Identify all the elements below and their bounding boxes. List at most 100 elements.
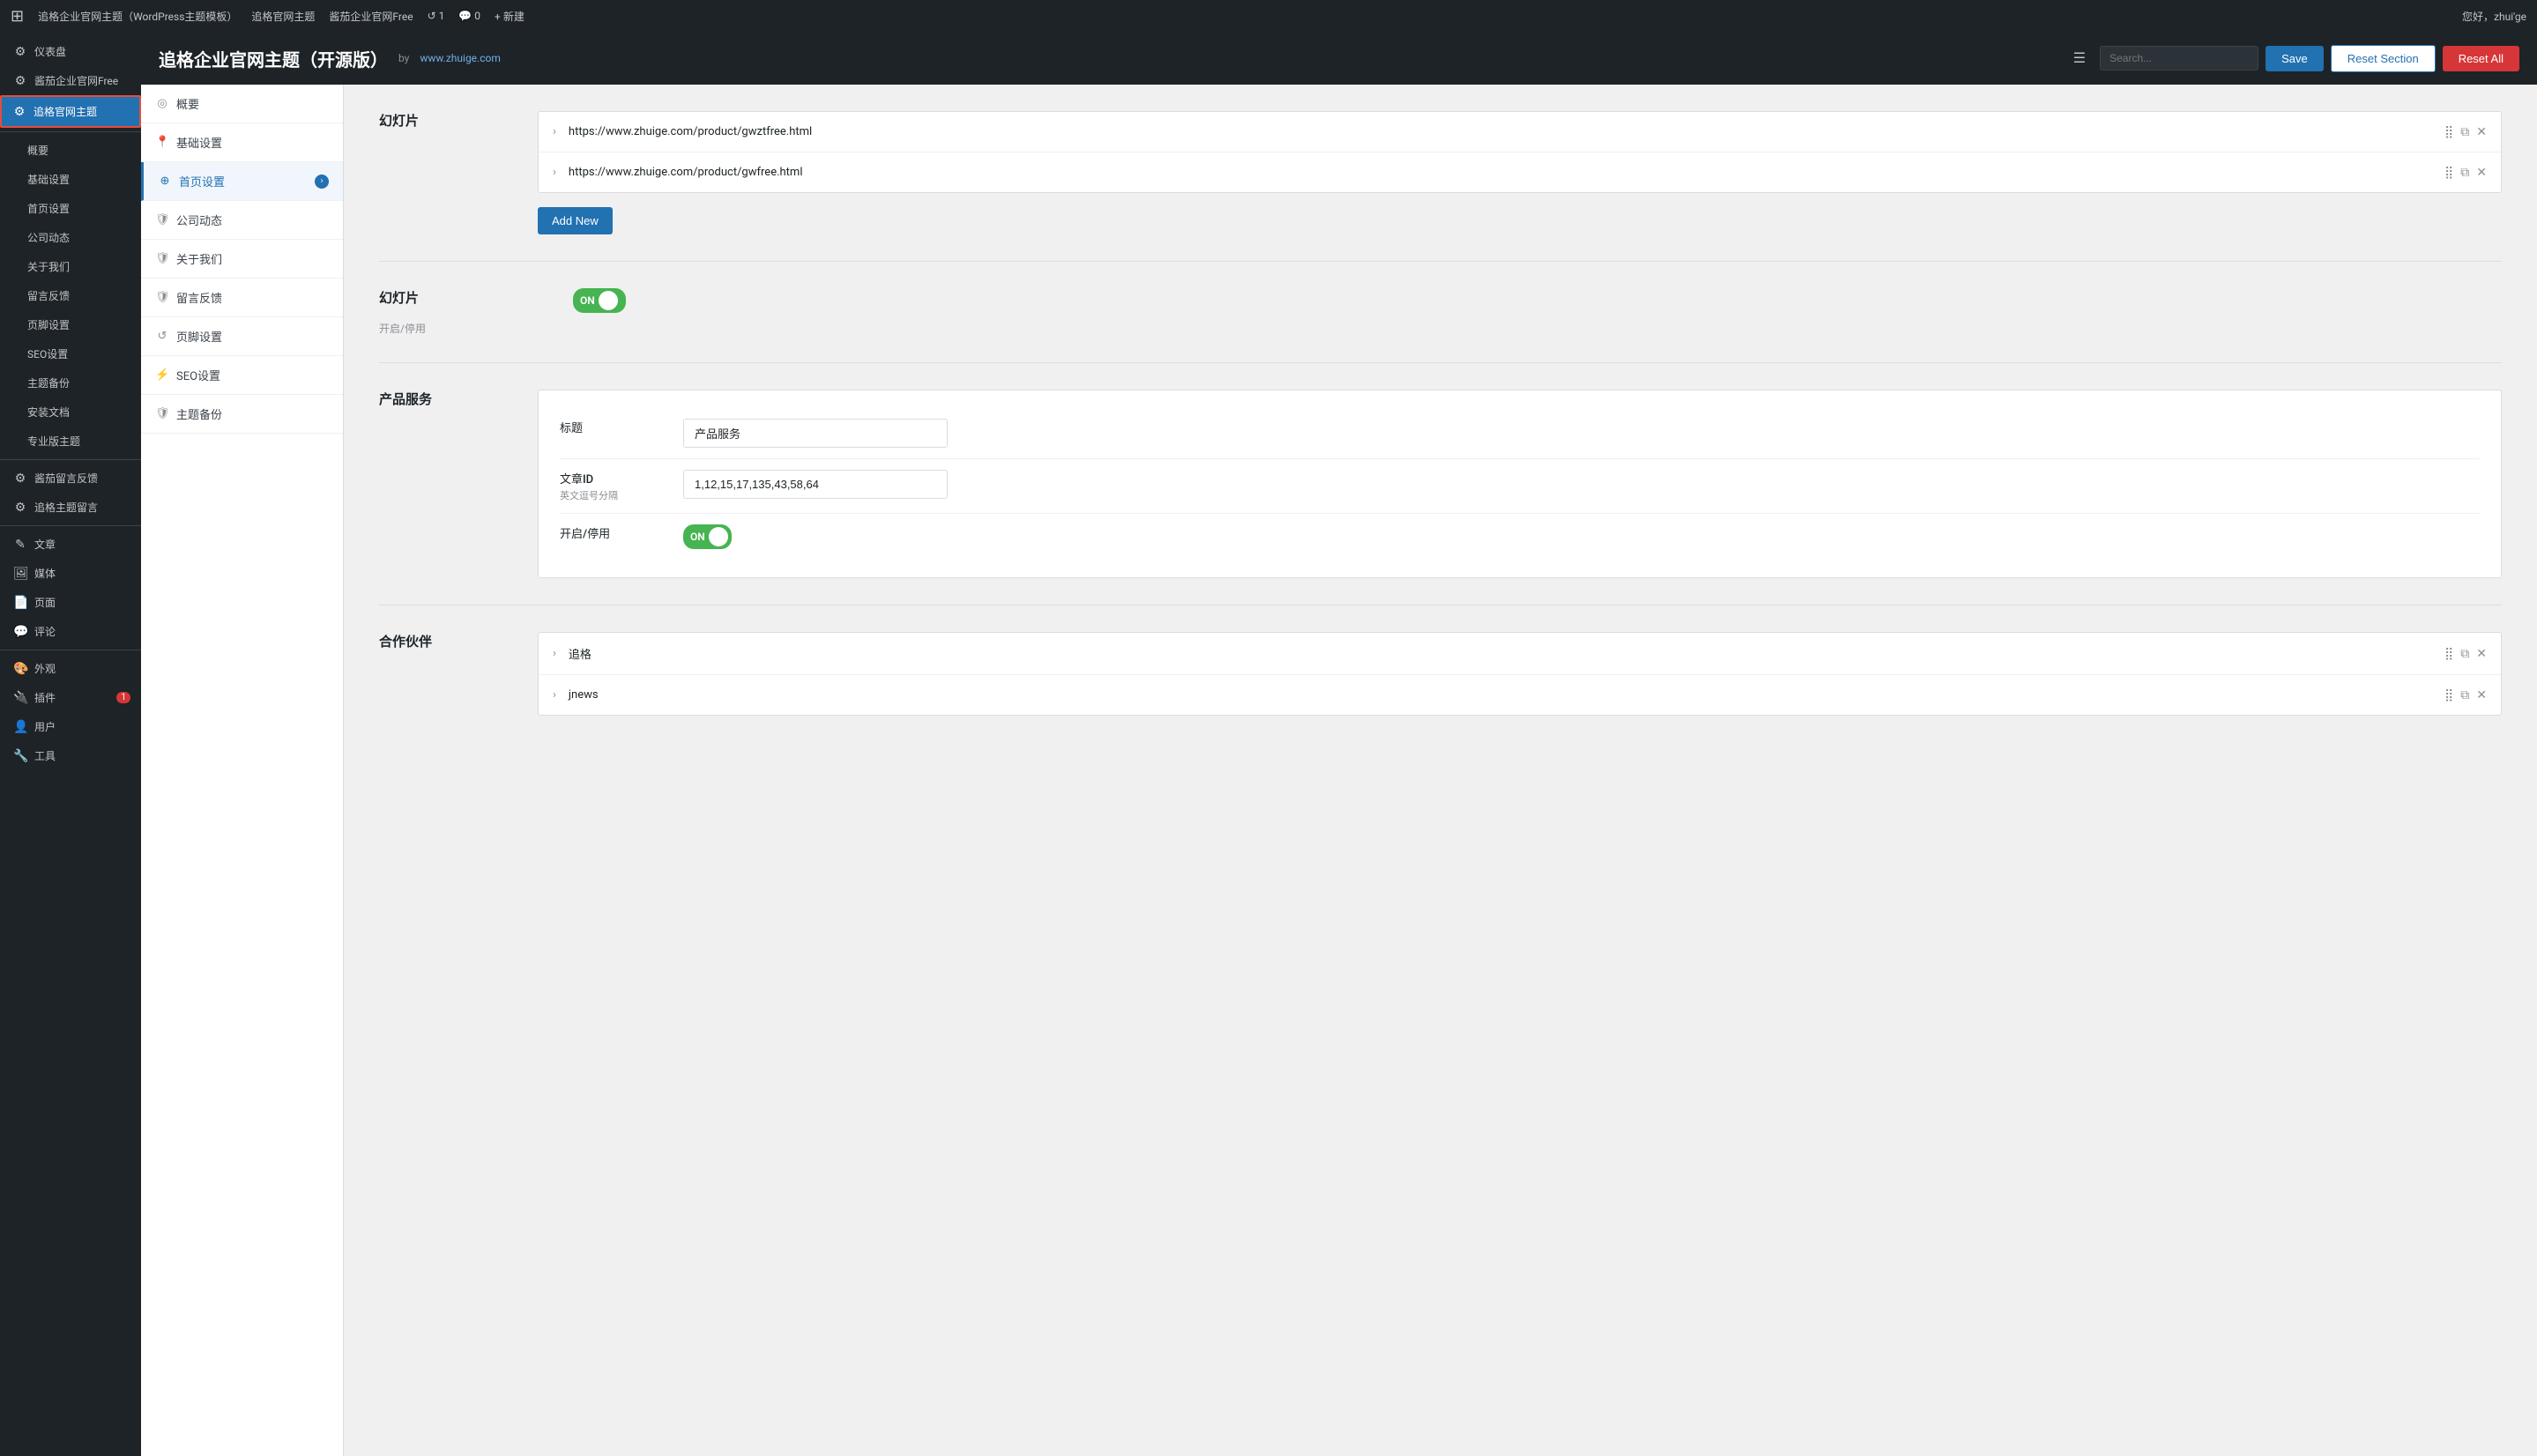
plugins-icon: 🔌 <box>13 691 27 705</box>
admin-bar: ⊞ 追格企业官网主题（WordPress主题模板） 追格官网主题 酱茄企业官网F… <box>0 0 2537 32</box>
sidebar-item-jq-feedback[interactable]: ⚙ 酱茄留言反馈 <box>0 464 141 493</box>
nav-item-company[interactable]: 🛡 公司动态 <box>141 201 343 240</box>
sidebar-item-media[interactable]: 🖼 媒体 <box>0 559 141 588</box>
product-toggle-label: 开启/停用 <box>560 524 666 541</box>
sidebar-label-zhuige-feedback: 追格主题留言 <box>34 500 98 515</box>
partners-section: 合作伙伴 › 追格 ⣿ ⧉ ✕ <box>379 632 2502 723</box>
product-articleid-input[interactable] <box>683 470 948 499</box>
sidebar-item-dashboard[interactable]: ⚙ 仪表盘 <box>0 32 141 66</box>
plugin-website-link[interactable]: www.zhuige.com <box>420 52 501 64</box>
slideshow-toggle-label-wrapper: 幻灯片 开启/停用 <box>379 288 502 336</box>
menu-icon-button[interactable]: ☰ <box>2066 46 2093 71</box>
copy-icon[interactable]: ⧉ <box>2460 646 2469 661</box>
slideshow-repeater: › https://www.zhuige.com/product/gwztfre… <box>538 111 2502 193</box>
product-articleid-row: 文章ID 英文逗号分隔 <box>560 459 2480 514</box>
sidebar-item-comments[interactable]: 💬 评论 <box>0 617 141 646</box>
sidebar-item-about[interactable]: 关于我们 <box>0 252 141 281</box>
nav-label-feedback: 留言反馈 <box>176 289 222 306</box>
partner-actions-2: ⣿ ⧉ ✕ <box>2444 687 2487 702</box>
sidebar-label-homepage: 首页设置 <box>27 201 70 216</box>
slideshow-url-1: https://www.zhuige.com/product/gwztfree.… <box>569 125 2436 138</box>
sidebar-label-comments: 评论 <box>34 624 56 639</box>
copy-icon[interactable]: ⧉ <box>2460 124 2469 139</box>
sidebar-label-zhuige: 追格官网主题 <box>33 104 97 119</box>
close-icon[interactable]: ✕ <box>2476 687 2487 702</box>
toggle-knob <box>599 291 618 310</box>
save-button[interactable]: Save <box>2265 46 2324 71</box>
add-new-slideshow-button[interactable]: Add New <box>538 207 613 234</box>
reset-section-button[interactable]: Reset Section <box>2331 45 2436 72</box>
chevron-right-icon[interactable]: › <box>553 166 556 179</box>
plugin-by-label: by <box>398 52 409 64</box>
drag-icon[interactable]: ⣿ <box>2444 687 2453 702</box>
sidebar-item-backup[interactable]: 主题备份 <box>0 368 141 397</box>
adminbar-site-name[interactable]: 追格企业官网主题（WordPress主题模板） <box>38 9 237 24</box>
sidebar-label-backup: 主题备份 <box>27 375 70 390</box>
nav-item-backup[interactable]: 🛡 主题备份 <box>141 395 343 434</box>
sidebar-item-appearance[interactable]: 🎨 外观 <box>0 654 141 683</box>
sidebar-item-footer[interactable]: 页脚设置 <box>0 310 141 339</box>
sidebar-item-pro[interactable]: 专业版主题 <box>0 427 141 456</box>
posts-icon: ✎ <box>13 538 27 552</box>
nav-item-overview[interactable]: ◎ 概要 <box>141 85 343 123</box>
adminbar-comments[interactable]: 💬 0 <box>458 10 480 22</box>
nav-item-footer[interactable]: ↺ 页脚设置 <box>141 317 343 356</box>
slideshow-toggle-content: ON <box>538 288 2502 313</box>
nav-item-feedback[interactable]: 🛡 留言反馈 <box>141 279 343 317</box>
sidebar-item-pages[interactable]: 📄 页面 <box>0 588 141 617</box>
sidebar-item-jq-free[interactable]: ⚙ 酱茄企业官网Free <box>0 66 141 95</box>
chevron-right-icon[interactable]: › <box>553 125 556 138</box>
slideshow-toggle-section: 幻灯片 开启/停用 ON <box>379 288 2502 336</box>
close-icon[interactable]: ✕ <box>2476 124 2487 139</box>
partner-url-1: 追格 <box>569 645 2436 662</box>
sidebar-label-overview: 概要 <box>27 143 48 158</box>
sidebar-label-about: 关于我们 <box>27 259 70 274</box>
sidebar-item-tools[interactable]: 🔧 工具 <box>0 741 141 770</box>
slideshow-toggle-switch[interactable]: ON <box>573 288 626 313</box>
adminbar-updates[interactable]: ↺ 1 <box>428 10 445 22</box>
chevron-right-icon[interactable]: › <box>553 647 556 660</box>
sidebar-item-overview[interactable]: 概要 <box>0 136 141 165</box>
sidebar-item-posts[interactable]: ✎ 文章 <box>0 530 141 559</box>
search-input[interactable] <box>2100 46 2258 71</box>
sidebar-label-media: 媒体 <box>34 566 56 581</box>
sidebar-item-feedback[interactable]: 留言反馈 <box>0 281 141 310</box>
copy-icon[interactable]: ⧉ <box>2460 165 2469 180</box>
adminbar-free-theme[interactable]: 酱茄企业官网Free <box>329 9 413 24</box>
appearance-icon: 🎨 <box>13 662 27 676</box>
nav-item-homepage[interactable]: ⊕ 首页设置 › <box>141 162 343 201</box>
adminbar-user: 您好，zhui'ge <box>2462 9 2526 24</box>
sidebar-item-zhuige-theme[interactable]: ⚙ 追格官网主题 <box>0 95 141 128</box>
drag-icon[interactable]: ⣿ <box>2444 646 2453 661</box>
sidebar-item-users[interactable]: 👤 用户 <box>0 712 141 741</box>
sidebar-label-feedback: 留言反馈 <box>27 288 70 303</box>
nav-item-basic[interactable]: 📍 基础设置 <box>141 123 343 162</box>
sidebar-item-seo[interactable]: SEO设置 <box>0 339 141 368</box>
repeater-actions-1: ⣿ ⧉ ✕ <box>2444 124 2487 139</box>
sidebar-item-plugins[interactable]: 🔌 插件 1 <box>0 683 141 712</box>
seo-nav-icon: ⚡ <box>155 368 169 382</box>
close-icon[interactable]: ✕ <box>2476 646 2487 661</box>
sidebar-item-homepage[interactable]: 首页设置 <box>0 194 141 223</box>
nav-item-about[interactable]: 🛡 关于我们 <box>141 240 343 279</box>
wp-content: 追格企业官网主题（开源版） by www.zhuige.com ☰ Save R… <box>141 32 2537 1456</box>
copy-icon[interactable]: ⧉ <box>2460 687 2469 702</box>
section-divider-1 <box>379 261 2502 262</box>
sidebar-item-docs[interactable]: 安装文档 <box>0 397 141 427</box>
close-icon[interactable]: ✕ <box>2476 165 2487 180</box>
adminbar-new[interactable]: + 新建 <box>495 9 525 24</box>
sidebar-item-zhuige-feedback[interactable]: ⚙ 追格主题留言 <box>0 493 141 522</box>
drag-icon[interactable]: ⣿ <box>2444 124 2453 139</box>
sidebar-item-company[interactable]: 公司动态 <box>0 223 141 252</box>
dashboard-icon: ⚙ <box>13 45 27 59</box>
reset-all-button[interactable]: Reset All <box>2443 46 2519 71</box>
product-title-input[interactable] <box>683 419 948 448</box>
pages-icon: 📄 <box>13 596 27 610</box>
chevron-right-icon[interactable]: › <box>553 688 556 702</box>
slideshow-toggle-label: 幻灯片 <box>379 288 502 307</box>
product-toggle-switch[interactable]: ON <box>683 524 732 549</box>
adminbar-theme-link[interactable]: 追格官网主题 <box>251 9 315 24</box>
drag-icon[interactable]: ⣿ <box>2444 165 2453 180</box>
nav-item-seo[interactable]: ⚡ SEO设置 <box>141 356 343 395</box>
sidebar-item-basic[interactable]: 基础设置 <box>0 165 141 194</box>
